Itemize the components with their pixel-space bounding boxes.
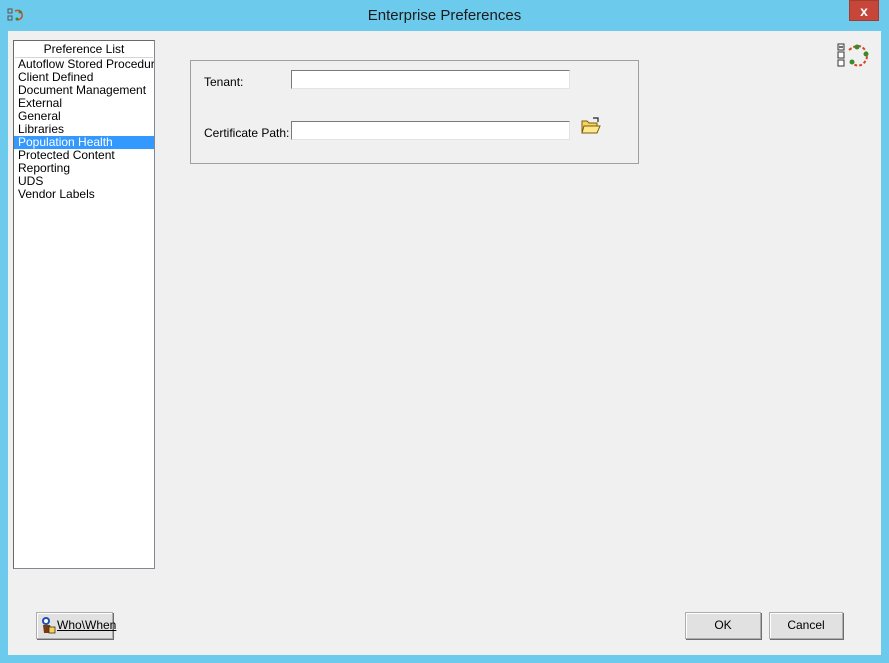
preference-list-header: Preference List [15,42,153,58]
population-health-group: Tenant: Certificate Path: [190,60,639,164]
preference-list-item[interactable]: Document Management [14,84,154,97]
preference-list[interactable]: Preference List Autoflow Stored Procedur… [13,40,155,569]
preference-list-item[interactable]: General [14,110,154,123]
preference-list-item[interactable]: Libraries [14,123,154,136]
tenant-label: Tenant: [204,75,244,89]
preference-list-item[interactable]: UDS [14,175,154,188]
cancel-button[interactable]: Cancel [769,612,843,639]
preference-list-item[interactable]: Vendor Labels [14,188,154,201]
preference-list-item[interactable]: Client Defined [14,71,154,84]
certificate-path-input[interactable] [291,121,570,140]
preference-list-item[interactable]: External [14,97,154,110]
dialog-client-area: Preference List Autoflow Stored Procedur… [8,31,881,655]
who-when-button[interactable]: Who\When [36,612,117,639]
folder-open-icon[interactable] [581,117,601,135]
preference-list-items: Autoflow Stored Procedure Client Defined D… [14,58,154,201]
who-when-icon [42,617,56,634]
close-button[interactable]: x [849,0,879,21]
preferences-window: Enterprise Preferences x Preference List… [0,0,889,663]
certificate-path-label: Certificate Path: [204,126,290,140]
who-when-label: Who\When [57,618,117,632]
preference-list-item[interactable]: Reporting [14,162,154,175]
workflow-icon [837,43,869,67]
ok-button[interactable]: OK [685,612,761,639]
title-bar[interactable]: Enterprise Preferences x [0,0,889,31]
tenant-input[interactable] [291,70,570,89]
window-title: Enterprise Preferences [367,7,522,24]
preference-list-item[interactable]: Autoflow Stored Procedure [14,58,154,71]
preference-list-item[interactable]: Protected Content [14,149,154,162]
preference-list-item[interactable]: Population Health [14,136,154,149]
